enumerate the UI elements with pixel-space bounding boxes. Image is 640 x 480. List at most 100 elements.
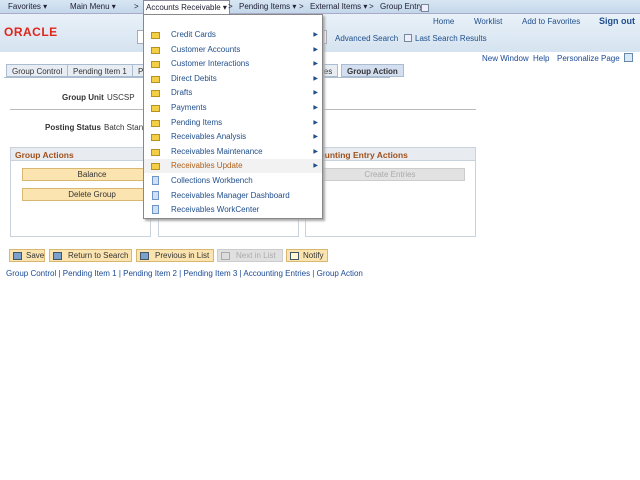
group-unit-value: USCSP — [107, 93, 135, 102]
menu-item[interactable]: Receivables Update ▶ — [144, 159, 322, 174]
menu-item-label: Receivables Analysis — [171, 132, 247, 142]
menu-item-label: Drafts — [171, 88, 193, 98]
folder-icon — [151, 61, 160, 69]
menu-item-label: Customer Interactions — [171, 59, 250, 69]
submenu-arrow-icon: ▶ — [313, 163, 318, 170]
folder-icon — [151, 163, 160, 171]
oracle-logo: ORACLE — [4, 25, 58, 39]
folder-icon — [151, 46, 160, 54]
link-accounting-entries[interactable]: Accounting Entries — [243, 269, 310, 278]
menu-item[interactable]: Direct Debits ▶ — [144, 72, 322, 86]
menu-item-label: Payments — [171, 103, 207, 112]
link-group-control[interactable]: Group Control — [6, 269, 56, 278]
notify-button[interactable]: Notify — [286, 249, 328, 262]
accounts-receivable-dropdown: Credit Cards ▶ Customer Accounts ▶ Customer … — [143, 14, 323, 219]
previous-icon — [140, 252, 149, 260]
breadcrumb-separator: > — [369, 2, 374, 11]
menu-item[interactable]: Receivables Manager Dashboard — [144, 189, 322, 203]
external-items-menu[interactable]: External Items ▾ — [310, 2, 367, 11]
favorites-menu[interactable]: Favorites ▾ — [8, 2, 47, 11]
notify-icon — [290, 252, 299, 260]
previous-in-list-button[interactable]: Previous in List — [136, 249, 214, 262]
advanced-search-link[interactable]: Advanced Search — [335, 34, 398, 43]
menu-item[interactable]: Drafts ▶ — [144, 86, 322, 100]
folder-icon — [151, 148, 160, 156]
next-icon — [221, 252, 230, 260]
worklist-link[interactable]: Worklist — [474, 17, 502, 26]
main-menu[interactable]: Main Menu ▾ — [70, 2, 116, 11]
submenu-arrow-icon: ▶ — [313, 61, 318, 68]
grid-icon[interactable] — [624, 53, 633, 62]
help-link[interactable]: Help — [533, 54, 549, 63]
next-in-list-button[interactable]: Next in List — [217, 249, 283, 262]
page-icon — [152, 205, 159, 215]
submenu-arrow-icon: ▶ — [313, 75, 318, 82]
group-unit-label: Group Unit — [62, 93, 104, 102]
folder-icon — [151, 90, 160, 98]
bottom-links: Group Control | Pending Item 1 | Pending… — [6, 269, 363, 278]
menu-item-label: Direct Debits — [171, 73, 217, 83]
main-nav-bar: Favorites ▾ Main Menu ▾ > Accounts Recei… — [0, 0, 640, 14]
link-group-action[interactable]: Group Action — [317, 269, 363, 278]
save-button[interactable]: Save — [9, 249, 45, 262]
menu-item-label: Receivables Update — [171, 161, 243, 171]
return-to-search-button[interactable]: Return to Search — [49, 249, 132, 262]
link-pending-item-3[interactable]: Pending Item 3 — [183, 269, 237, 278]
menu-item[interactable]: Customer Accounts ▶ — [144, 43, 322, 57]
new-window-link[interactable]: New Window — [482, 54, 529, 63]
breadcrumb-separator: > — [228, 2, 233, 11]
save-icon — [13, 252, 22, 260]
menu-item[interactable]: Customer Interactions ▶ — [144, 57, 322, 71]
submenu-arrow-icon: ▶ — [313, 46, 318, 53]
return-icon — [53, 252, 62, 260]
folder-icon — [151, 75, 160, 83]
pending-items-menu[interactable]: Pending Items ▾ — [239, 2, 296, 11]
search-icon[interactable] — [421, 4, 429, 12]
submenu-arrow-icon: ▶ — [313, 90, 318, 97]
group-entry-breadcrumb[interactable]: Group Entry — [380, 2, 423, 11]
add-to-favorites-link[interactable]: Add to Favorites — [522, 17, 580, 26]
last-search-icon — [404, 34, 412, 42]
menu-item[interactable]: Receivables WorkCenter — [144, 203, 322, 217]
last-search-results-link[interactable]: Last Search Results — [415, 34, 487, 43]
menu-item-label: Pending Items — [171, 117, 223, 127]
menu-item-label: Receivables Maintenance — [171, 146, 263, 156]
accounts-receivable-menu[interactable]: Accounts Receivable ▾ — [143, 0, 230, 14]
accounting-entry-actions-box: ccounting Entry Actions — [305, 147, 476, 237]
sign-out-link[interactable]: Sign out — [599, 16, 635, 26]
accounting-entry-actions-title: ccounting Entry Actions — [306, 148, 475, 161]
menu-item[interactable]: Receivables Analysis ▶ — [144, 130, 322, 144]
menu-item-label: Customer Accounts — [171, 44, 241, 54]
menu-item[interactable]: Credit Cards ▶ — [144, 28, 322, 42]
menu-item[interactable]: Payments ▶ — [144, 101, 322, 115]
menu-item[interactable]: Receivables Maintenance ▶ — [144, 145, 322, 159]
submenu-arrow-icon: ▶ — [313, 119, 318, 126]
folder-icon — [151, 134, 160, 142]
submenu-arrow-icon: ▶ — [313, 134, 318, 141]
page-icon — [152, 176, 159, 185]
page-icon — [152, 190, 159, 200]
menu-item-label: Receivables Manager Dashboard — [171, 190, 290, 200]
link-pending-item-1[interactable]: Pending Item 1 — [63, 269, 117, 278]
tab-group-action[interactable]: Group Action — [341, 64, 404, 77]
personalize-page-link[interactable]: Personalize Page — [557, 54, 620, 63]
create-entries-button[interactable]: Create Entries — [315, 168, 465, 181]
delete-group-button[interactable]: Delete Group — [22, 188, 162, 201]
folder-icon — [151, 105, 160, 112]
submenu-arrow-icon: ▶ — [313, 148, 318, 155]
posting-status-label: Posting Status — [45, 123, 102, 132]
balance-button[interactable]: Balance — [22, 168, 162, 181]
tab-group-control[interactable]: Group Control — [6, 64, 69, 77]
submenu-arrow-icon: ▶ — [313, 32, 318, 38]
menu-item-label: Collections Workbench — [171, 176, 253, 185]
home-link[interactable]: Home — [433, 17, 454, 26]
menu-item-label: Credit Cards — [171, 30, 216, 39]
link-pending-item-2[interactable]: Pending Item 2 — [123, 269, 177, 278]
menu-item-label: Receivables WorkCenter — [171, 205, 260, 215]
group-actions-title: Group Actions — [11, 148, 150, 161]
folder-icon — [151, 32, 160, 39]
tab-pending-item-1[interactable]: Pending Item 1 — [67, 64, 133, 77]
menu-item[interactable]: Pending Items ▶ — [144, 116, 322, 130]
menu-item[interactable]: Collections Workbench — [144, 174, 322, 188]
submenu-arrow-icon: ▶ — [313, 105, 318, 111]
